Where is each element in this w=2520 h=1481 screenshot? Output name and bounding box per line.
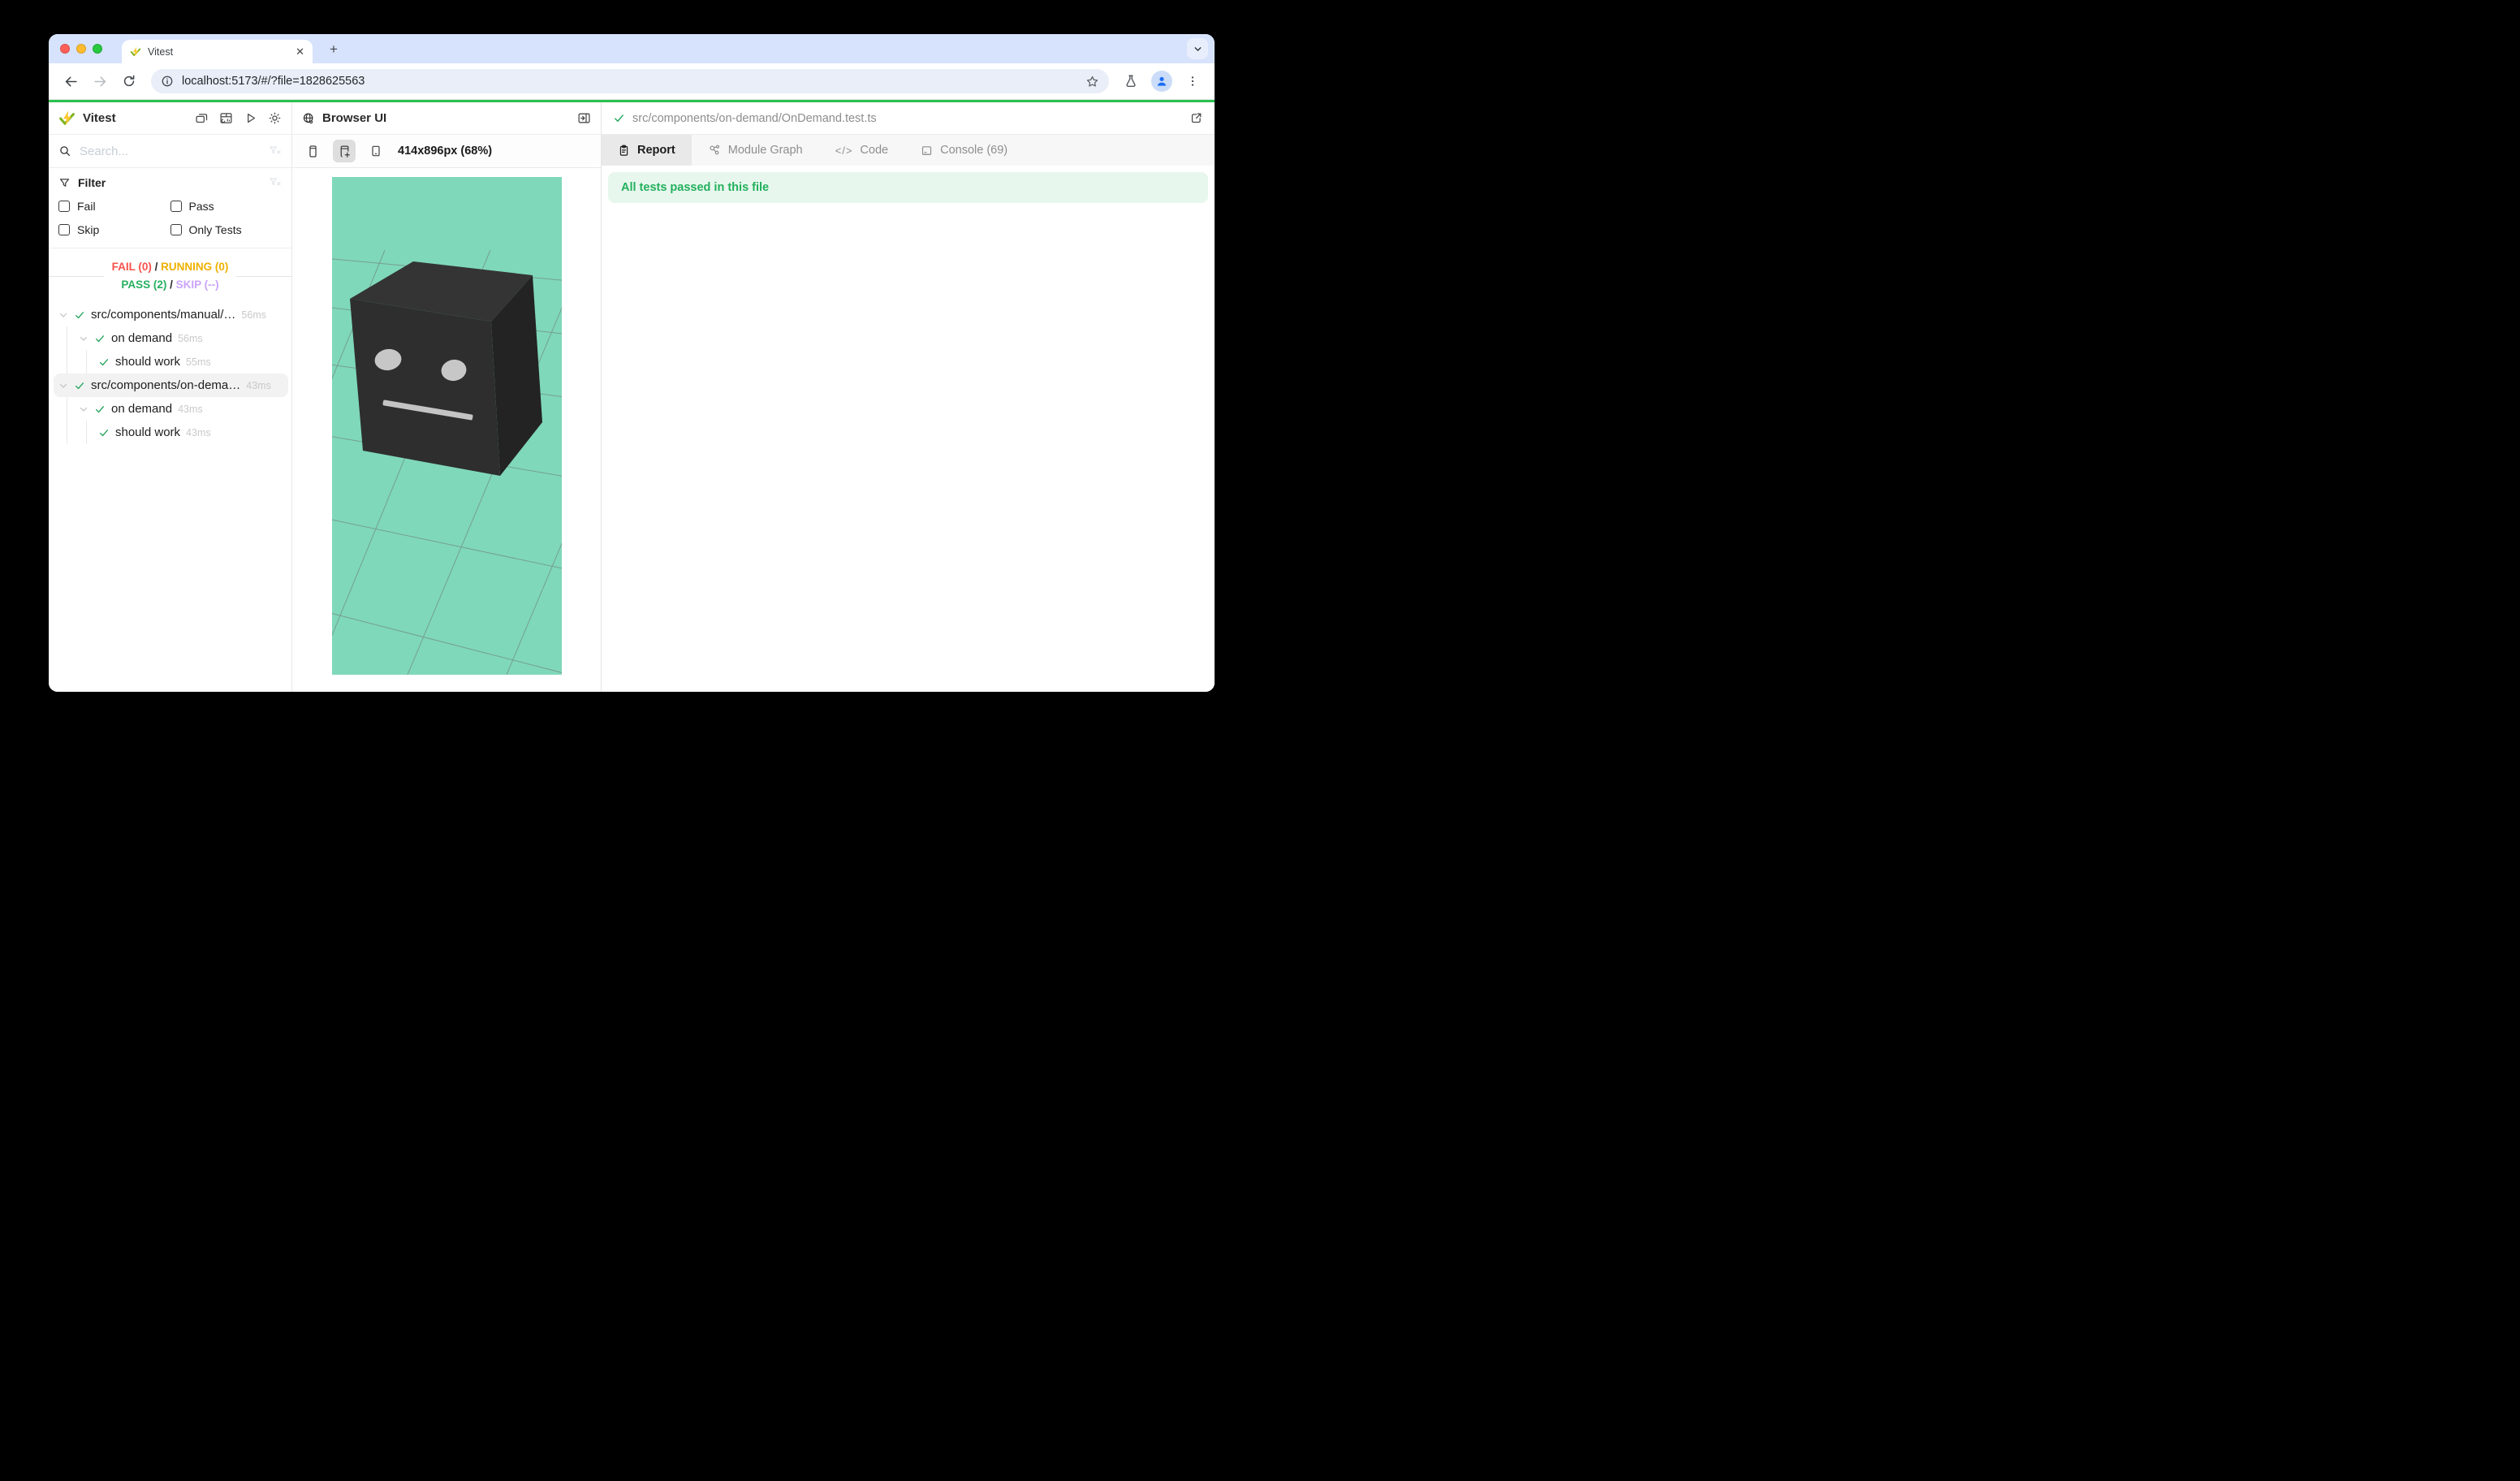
report-content: All tests passed in this file — [602, 166, 1215, 692]
device-toolbar: 414x896px (68%) — [292, 135, 601, 168]
clear-filters-icon[interactable] — [269, 176, 282, 189]
close-window-button[interactable] — [60, 44, 70, 54]
funnel-icon — [58, 177, 71, 189]
new-tab-button[interactable]: + — [324, 40, 343, 59]
sidebar: Vitest — [49, 102, 292, 692]
filter-heading: Filter — [78, 176, 106, 189]
tree-row-file-on-demand-selected[interactable]: src/components/on-dema… 43ms — [54, 373, 288, 397]
test-tree: src/components/manual/… 56ms on demand 5… — [49, 298, 291, 444]
console-icon — [921, 145, 933, 157]
browser-toolbar: localhost:5173/#/?file=1828625563 — [49, 63, 1215, 99]
forward-button[interactable] — [88, 69, 112, 93]
pass-check-icon — [74, 309, 85, 321]
menu-kebab-icon[interactable] — [1180, 69, 1205, 93]
refresh-button[interactable] — [117, 69, 141, 93]
filter-option-only-tests[interactable]: Only Tests — [170, 223, 283, 236]
checkbox-skip[interactable] — [58, 224, 70, 235]
pass-check-icon — [98, 356, 110, 368]
experiments-flask-icon[interactable] — [1119, 69, 1143, 93]
tab-strip: Vitest ✕ + — [49, 34, 1215, 63]
app-title: Vitest — [83, 111, 116, 125]
chevron-down-icon[interactable] — [79, 334, 88, 343]
tab-code[interactable]: </> Code — [819, 135, 904, 166]
profile-avatar[interactable] — [1151, 71, 1172, 92]
globe-icon — [302, 112, 315, 125]
chevron-down-icon[interactable] — [58, 310, 68, 320]
back-button[interactable] — [58, 69, 83, 93]
clear-search-filter-icon[interactable] — [269, 145, 282, 158]
minimize-window-button[interactable] — [76, 44, 86, 54]
tab-console[interactable]: Console (69) — [904, 135, 1024, 166]
device-tablet-icon[interactable] — [365, 140, 387, 162]
pass-check-icon — [94, 333, 106, 344]
file-path: src/components/on-demand/OnDemand.test.t… — [632, 112, 877, 125]
search-row — [49, 135, 291, 168]
filter-section: Filter Fail Pass Skip Only Tests — [49, 168, 291, 248]
pass-check-icon — [98, 427, 110, 438]
tree-row-test[interactable]: should work 43ms — [54, 421, 288, 444]
dashboard-icon[interactable] — [219, 111, 233, 125]
browser-window: Vitest ✕ + localhost:5173/#/?file=182862… — [49, 34, 1215, 692]
browser-ui-title: Browser UI — [322, 111, 386, 125]
code-icon: </> — [835, 145, 853, 157]
filter-option-fail[interactable]: Fail — [58, 200, 170, 213]
running-count: RUNNING (0) — [161, 261, 228, 273]
tree-row-test[interactable]: should work 55ms — [54, 350, 288, 373]
tab-report[interactable]: Report — [602, 135, 692, 166]
module-graph-icon — [708, 144, 721, 157]
bookmark-star-icon[interactable] — [1085, 75, 1099, 89]
open-external-icon[interactable] — [1189, 111, 1203, 125]
report-panel: src/components/on-demand/OnDemand.test.t… — [602, 102, 1215, 692]
all-tests-passed-banner: All tests passed in this file — [608, 172, 1208, 203]
report-tabs: Report Module Graph </> Code Console — [602, 135, 1215, 166]
checkbox-only-tests[interactable] — [170, 224, 182, 235]
pass-check-icon — [74, 380, 85, 391]
chevron-down-icon[interactable] — [58, 381, 68, 391]
viewport-size-label: 414x896px (68%) — [398, 145, 492, 158]
browser-tab[interactable]: Vitest ✕ — [122, 40, 313, 63]
search-icon — [58, 145, 71, 158]
url-bar[interactable]: localhost:5173/#/?file=1828625563 — [151, 69, 1109, 93]
file-pass-check-icon — [613, 112, 625, 124]
pass-count: PASS (2) — [121, 278, 166, 291]
device-phone-add-icon[interactable] — [333, 140, 356, 162]
tab-module-graph[interactable]: Module Graph — [692, 135, 819, 166]
app-preview-viewport[interactable] — [332, 177, 562, 675]
theme-toggle-sun-icon[interactable] — [268, 111, 282, 125]
preview-area — [292, 168, 601, 692]
vitest-logo-icon — [58, 110, 76, 127]
test-summary: FAIL (0) / RUNNING (0) PASS (2) / SKIP (… — [49, 258, 291, 293]
search-input[interactable] — [80, 145, 261, 158]
chevron-down-icon[interactable] — [79, 404, 88, 414]
url-text[interactable]: localhost:5173/#/?file=1828625563 — [182, 75, 1077, 88]
collapse-panels-icon[interactable] — [195, 111, 209, 125]
three-d-scene — [332, 177, 562, 675]
fail-count: FAIL (0) — [112, 261, 152, 273]
vitest-favicon-icon — [130, 46, 141, 58]
maximize-window-button[interactable] — [93, 44, 102, 54]
tab-search-button[interactable] — [1187, 38, 1208, 59]
robot-cube — [350, 261, 542, 476]
tab-close-icon[interactable]: ✕ — [296, 45, 304, 58]
browser-ui-panel: Browser UI 414x896px (68%) — [292, 102, 602, 692]
tree-row-file-manual[interactable]: src/components/manual/… 56ms — [54, 303, 288, 326]
device-phone-icon[interactable] — [301, 140, 324, 162]
checkbox-fail[interactable] — [58, 201, 70, 212]
skip-count: SKIP (--) — [176, 278, 219, 291]
clipboard-icon — [618, 145, 630, 157]
open-side-panel-icon[interactable] — [577, 111, 591, 125]
filter-option-skip[interactable]: Skip — [58, 223, 170, 236]
pass-check-icon — [94, 404, 106, 415]
checkbox-pass[interactable] — [170, 201, 182, 212]
tab-title: Vitest — [148, 46, 289, 58]
tree-row-suite[interactable]: on demand 43ms — [54, 397, 288, 421]
run-all-icon[interactable] — [244, 111, 257, 125]
filter-option-pass[interactable]: Pass — [170, 200, 283, 213]
traffic-lights — [60, 34, 102, 63]
site-info-icon[interactable] — [161, 75, 174, 88]
tree-row-suite[interactable]: on demand 56ms — [54, 326, 288, 350]
